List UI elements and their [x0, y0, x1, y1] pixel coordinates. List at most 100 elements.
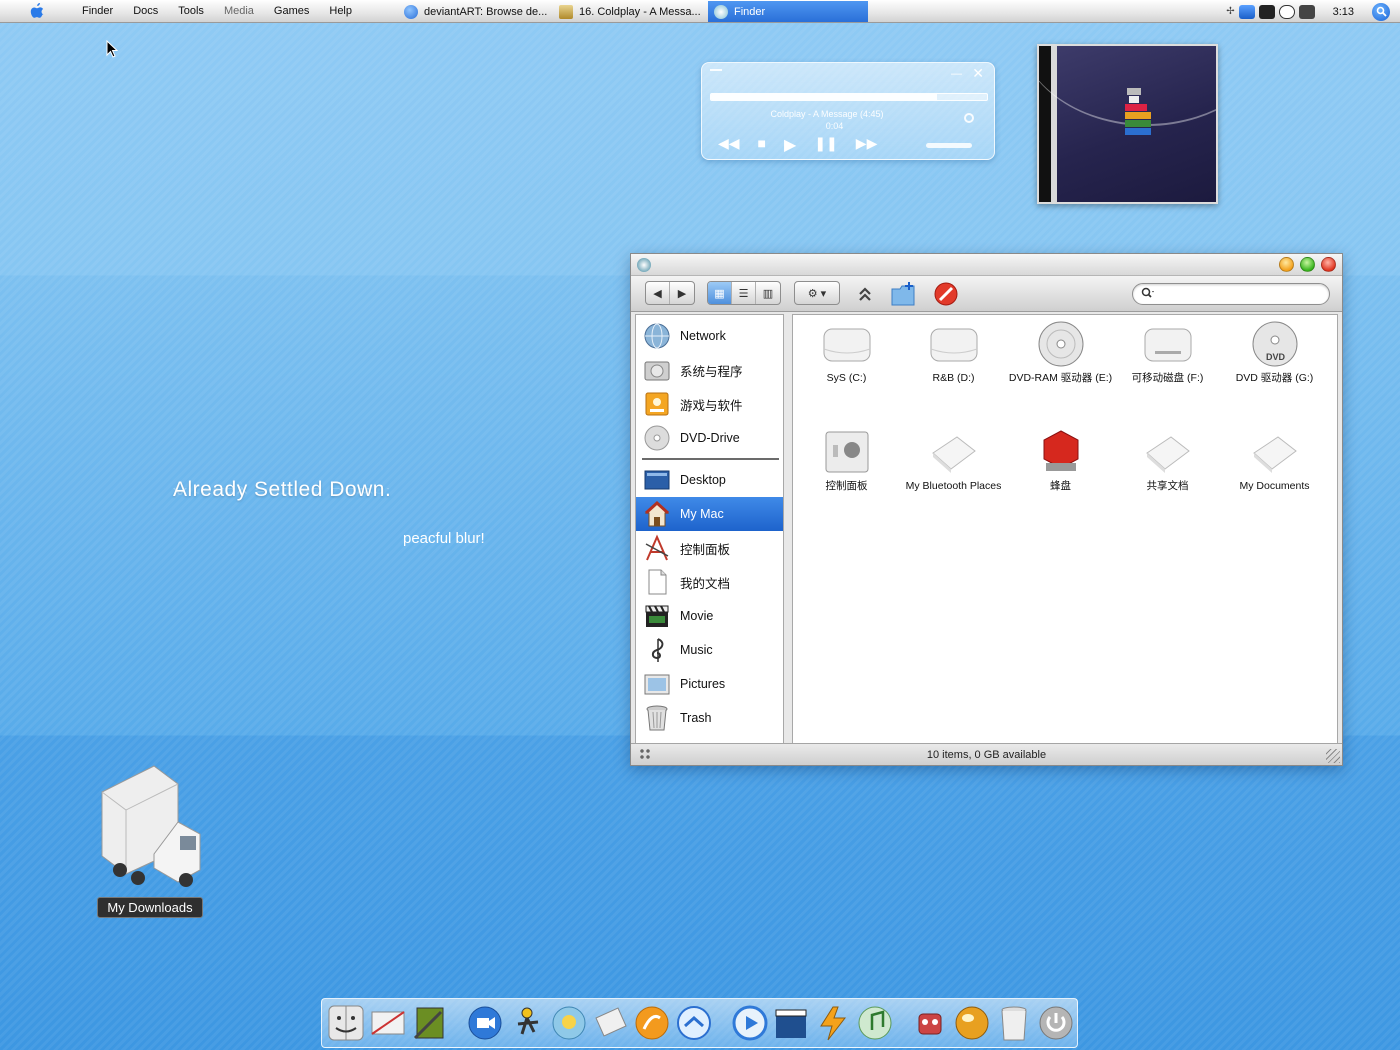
menu-games[interactable]: Games [264, 0, 319, 23]
apple-menu-icon[interactable] [22, 0, 52, 23]
sidebar-item-my-mac[interactable]: My Mac [636, 497, 783, 531]
zoom-button[interactable] [1300, 257, 1315, 272]
fast-forward-icon[interactable]: ▶▶ [856, 135, 878, 155]
file-item-sys-c[interactable]: SyS (C:) [793, 315, 900, 423]
forward-button[interactable]: ▶ [670, 282, 694, 304]
sidebar-item-music[interactable]: Music [636, 633, 783, 667]
music-icon [642, 635, 672, 665]
spotlight-search-icon[interactable] [1372, 2, 1390, 21]
itunes-icon[interactable] [855, 1002, 896, 1044]
close-button[interactable] [1321, 257, 1336, 272]
search-field[interactable] [1132, 283, 1330, 305]
safari-icon[interactable] [674, 1002, 715, 1044]
task-finder[interactable]: Finder [708, 1, 868, 22]
network-tray-icon[interactable] [1238, 4, 1255, 19]
file-item-removable-f[interactable]: 可移动磁盘 (F:) [1114, 315, 1221, 423]
back-button[interactable]: ◀ [646, 282, 670, 304]
menu-finder[interactable]: Finder [72, 0, 123, 23]
robot-icon[interactable] [910, 1002, 951, 1044]
control-panel-icon [821, 427, 873, 477]
menu-help[interactable]: Help [319, 0, 362, 23]
file-item-shared-documents[interactable]: 共享文档 [1114, 423, 1221, 531]
player-progress-bar[interactable] [710, 93, 988, 101]
sidebar-item-movie[interactable]: Movie [636, 599, 783, 633]
player-close-button[interactable]: ✕ [972, 65, 984, 82]
monitor-tray-icon[interactable] [1298, 4, 1315, 19]
orange-drive-icon [642, 389, 672, 419]
tray-arrow-icon[interactable]: ✢ [1226, 6, 1234, 17]
file-item-bluetooth-places[interactable]: My Bluetooth Places [900, 423, 1007, 531]
media-player: — ✕ Coldplay - A Message (4:45) 0:04 ◀◀ … [701, 62, 995, 160]
window-resize-grip[interactable] [1326, 749, 1340, 763]
trash-icon[interactable] [994, 1002, 1035, 1044]
sidebar-item-games-software[interactable]: 游戏与软件 [636, 387, 783, 421]
icon-view-button[interactable]: ▦ [708, 282, 732, 304]
minimize-button[interactable] [1279, 257, 1294, 272]
control-panel-icon [642, 533, 672, 563]
player-minimize-button[interactable] [710, 69, 722, 71]
action-menu-button[interactable]: ⚙ ▾ [794, 281, 840, 305]
disc-icon [1035, 319, 1087, 369]
movie-icon[interactable] [771, 1002, 812, 1044]
player-settings-icon[interactable] [964, 113, 974, 123]
stop-icon[interactable]: ■ [758, 135, 766, 155]
truck-icon [101, 765, 201, 887]
sidebar-item-control-panel[interactable]: 控制面板 [636, 531, 783, 565]
window-icon[interactable] [637, 258, 651, 272]
task-coldplay[interactable]: 16. Coldplay - A Messa... [553, 1, 708, 22]
menu-tools[interactable]: Tools [168, 0, 214, 23]
burn-icon[interactable] [632, 1002, 673, 1044]
player-volume-slider[interactable] [926, 143, 972, 148]
file-item-dvd-g[interactable]: DVD DVD 驱动器 (G:) [1221, 315, 1328, 423]
album-cover-widget[interactable] [1037, 44, 1218, 204]
sidebar-item-network[interactable]: Network [636, 319, 783, 353]
list-view-button[interactable]: ☰ [732, 282, 756, 304]
column-view-button[interactable]: ▥ [756, 282, 780, 304]
video-chat-icon[interactable] [465, 1002, 506, 1044]
quicktime-icon[interactable] [729, 1002, 770, 1044]
sidebar-item-dvd-drive[interactable]: DVD-Drive [636, 421, 783, 455]
finder-icon[interactable] [326, 1002, 367, 1044]
menu-docs[interactable]: Docs [123, 0, 168, 23]
menu-media[interactable]: Media [214, 0, 264, 23]
file-item-rnb-d[interactable]: R&B (D:) [900, 315, 1007, 423]
up-level-icon[interactable] [851, 280, 879, 308]
search-input[interactable] [1159, 288, 1319, 300]
finder-titlebar[interactable] [631, 254, 1342, 276]
sidebar-resize-handle[interactable] [639, 748, 651, 760]
album-logo-icon [1125, 88, 1157, 136]
sidebar-item-label: 游戏与软件 [680, 398, 743, 413]
sidebar-divider [636, 455, 783, 463]
tools-icon[interactable] [410, 1002, 451, 1044]
task-label: Finder [734, 5, 766, 18]
new-folder-icon[interactable] [890, 280, 918, 308]
globe-icon[interactable] [952, 1002, 993, 1044]
mail-icon[interactable] [368, 1002, 409, 1044]
camera-tray-icon[interactable] [1258, 4, 1275, 19]
chat-tray-icon[interactable] [1278, 4, 1295, 19]
mail-stamp-icon[interactable] [590, 1002, 631, 1044]
clock[interactable]: 3:13 [1333, 6, 1354, 18]
file-item-control-panel[interactable]: 控制面板 [793, 423, 900, 531]
winamp-icon[interactable] [813, 1002, 854, 1044]
aim-icon[interactable] [507, 1002, 548, 1044]
pause-icon[interactable]: ❚❚ [814, 135, 837, 155]
rewind-icon[interactable]: ◀◀ [718, 135, 740, 155]
player-shade-button[interactable]: — [951, 68, 962, 80]
sidebar-item-pictures[interactable]: Pictures [636, 667, 783, 701]
sidebar-item-system-programs[interactable]: 系统与程序 [636, 353, 783, 387]
desktop-icon-my-downloads[interactable]: My Downloads [88, 762, 212, 918]
play-icon[interactable]: ▶ [784, 135, 796, 155]
messenger-icon[interactable] [549, 1002, 590, 1044]
finder-statusbar: 10 items, 0 GB available [631, 743, 1342, 765]
file-item-dvd-ram-e[interactable]: DVD-RAM 驱动器 (E:) [1007, 315, 1114, 423]
sidebar-item-my-documents[interactable]: 我的文档 [636, 565, 783, 599]
delete-icon[interactable] [932, 280, 960, 308]
task-deviantart[interactable]: deviantART: Browse de... [398, 1, 553, 22]
file-item-fengpan[interactable]: 蜂盘 [1007, 423, 1114, 531]
task-label: 16. Coldplay - A Messa... [579, 5, 701, 18]
power-icon[interactable] [1035, 1002, 1076, 1044]
sidebar-item-desktop[interactable]: Desktop [636, 463, 783, 497]
file-item-my-documents[interactable]: My Documents [1221, 423, 1328, 531]
sidebar-item-trash[interactable]: Trash [636, 701, 783, 735]
